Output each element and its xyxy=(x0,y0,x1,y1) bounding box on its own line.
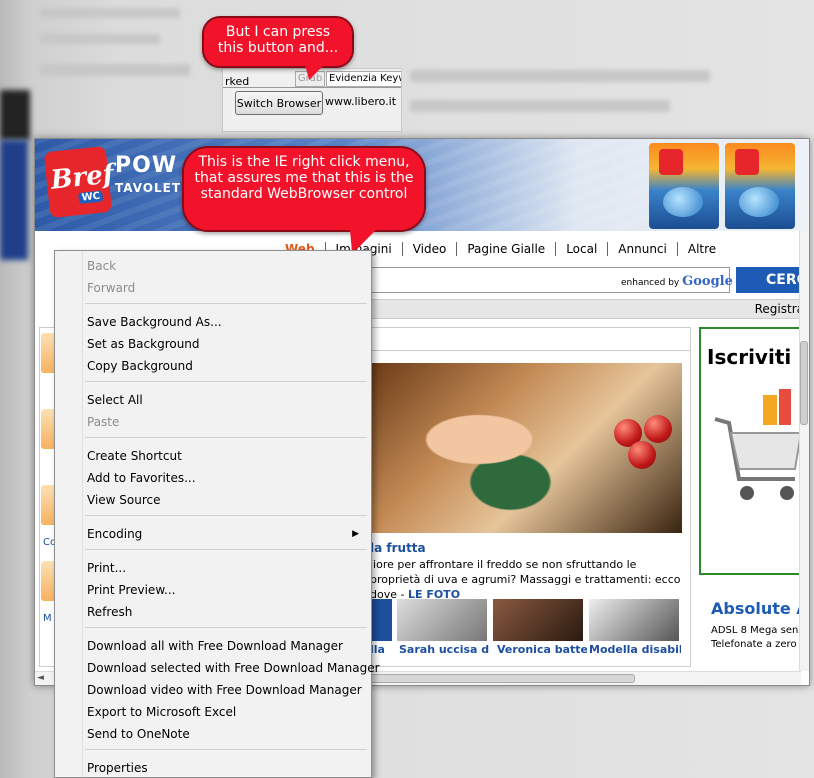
banner-title: POW xyxy=(115,153,178,178)
content-tab-strip xyxy=(370,333,690,351)
news-caption[interactable]: lla xyxy=(370,643,392,656)
news-caption[interactable]: Veronica batte xyxy=(497,643,587,656)
nav-tab-video[interactable]: Video xyxy=(403,242,458,256)
evidenzia-keyword-button[interactable]: Evidenzia Keyw xyxy=(326,71,401,87)
news-caption[interactable]: Modella disabile xyxy=(589,643,681,656)
featured-summary: liore per affrontare il freddo se non sf… xyxy=(370,557,682,602)
callout-context-menu: This is the IE right click menu, that as… xyxy=(182,146,426,254)
menu-item-send-to-onenote[interactable]: Send to OneNote xyxy=(87,723,367,745)
menu-item-add-to-favorites[interactable]: Add to Favorites... xyxy=(87,467,367,489)
menu-item-create-shortcut[interactable]: Create Shortcut xyxy=(87,445,367,467)
menu-item-select-all[interactable]: Select All xyxy=(87,389,367,411)
menu-item-back[interactable]: Back xyxy=(87,255,367,277)
switch-browser-button[interactable]: Switch Browser xyxy=(235,91,323,115)
horizontal-scroll-thumb[interactable] xyxy=(335,674,635,683)
blurred-strip xyxy=(40,34,160,44)
product-image xyxy=(649,143,719,229)
menu-separator xyxy=(85,303,367,304)
account-bar: Registra xyxy=(370,299,809,319)
search-input[interactable]: enhanced by Google xyxy=(370,267,733,293)
enhanced-by-label: enhanced by xyxy=(621,278,680,288)
nav-tab-local[interactable]: Local xyxy=(556,242,609,256)
side-advertisement[interactable]: Iscriviti xyxy=(699,327,805,575)
blurred-blue-block xyxy=(0,140,28,260)
menu-item-view-source[interactable]: View Source xyxy=(87,489,367,511)
callout-switch-button: But I can press this button and... xyxy=(202,16,354,80)
menu-separator xyxy=(85,515,367,516)
menu-item-refresh[interactable]: Refresh xyxy=(87,601,367,623)
ad-title: Iscriviti xyxy=(707,345,792,369)
vertical-scroll-thumb[interactable] xyxy=(800,341,808,425)
shopping-cart-icon xyxy=(714,389,803,500)
blurred-strip xyxy=(40,8,180,18)
logo-text: Bref xyxy=(49,159,116,196)
callout-text: This is the IE right click menu, that as… xyxy=(194,154,414,202)
menu-separator xyxy=(85,749,367,750)
news-thumbnail[interactable] xyxy=(397,599,487,641)
menu-separator xyxy=(85,437,367,438)
menu-item-export-excel[interactable]: Export to Microsoft Excel xyxy=(87,701,367,723)
banner-subtitle: TAVOLET xyxy=(115,181,182,195)
apple-shape xyxy=(644,415,672,443)
blurred-dark-block xyxy=(0,90,30,140)
blurred-strip xyxy=(40,64,190,76)
promo-line: ADSL 8 Mega senz xyxy=(711,625,804,636)
promo-line: Telefonate a zero xyxy=(711,639,797,650)
logo-badge: WC xyxy=(78,190,104,204)
menu-item-download-video-fdm[interactable]: Download video with Free Download Manage… xyxy=(87,679,367,701)
menu-item-set-as-background[interactable]: Set as Background xyxy=(87,333,367,355)
nav-tab-pagine-gialle[interactable]: Pagine Gialle xyxy=(457,242,557,256)
ie-context-menu: Back Forward Save Background As... Set a… xyxy=(54,250,380,778)
callout-text: But I can press this button and... xyxy=(217,24,339,56)
url-text: www.libero.it xyxy=(325,95,397,108)
menu-item-print-preview[interactable]: Print Preview... xyxy=(87,579,367,601)
register-link[interactable]: Registra xyxy=(755,302,804,316)
menu-item-properties[interactable]: Properties xyxy=(87,757,367,778)
menu-item-save-background[interactable]: Save Background As... xyxy=(87,311,367,333)
google-logo-text: Google xyxy=(682,274,733,289)
menu-icon-gutter xyxy=(55,251,83,777)
apple-shape xyxy=(628,441,656,469)
menu-item-print[interactable]: Print... xyxy=(87,557,367,579)
product-image xyxy=(725,143,795,229)
blurred-strip xyxy=(410,70,710,82)
submenu-arrow-icon: ▶ xyxy=(352,529,359,539)
apples-photo-detail xyxy=(610,379,682,479)
toolbar-divider xyxy=(223,87,401,88)
promo-title[interactable]: Absolute A xyxy=(711,599,809,618)
left-label[interactable]: M xyxy=(43,613,52,624)
blurred-strip xyxy=(410,100,670,112)
menu-item-copy-background[interactable]: Copy Background xyxy=(87,355,367,377)
news-caption[interactable]: Sarah uccisa da xyxy=(399,643,489,656)
search-row: enhanced by Google CERC xyxy=(370,267,809,293)
news-thumbnail[interactable] xyxy=(589,599,679,641)
menu-item-forward[interactable]: Forward xyxy=(87,277,367,299)
menu-separator xyxy=(85,549,367,550)
nav-tab-altre[interactable]: Altre xyxy=(678,242,726,256)
featured-headline[interactable]: la frutta xyxy=(370,541,426,555)
enhanced-by-google: enhanced by Google xyxy=(621,274,733,289)
brand-logo: Bref WC xyxy=(43,145,116,219)
menu-item-download-selected-fdm[interactable]: Download selected with Free Download Man… xyxy=(87,657,380,679)
news-thumbnail[interactable] xyxy=(370,599,392,641)
menu-item-download-all-fdm[interactable]: Download all with Free Download Manager xyxy=(87,635,367,657)
menu-separator xyxy=(85,627,367,628)
nav-tab-annunci[interactable]: Annunci xyxy=(608,242,678,256)
menu-item-paste[interactable]: Paste xyxy=(87,411,367,433)
menu-separator xyxy=(85,381,367,382)
menu-item-encoding[interactable]: Encoding ▶ xyxy=(87,523,367,545)
news-thumbnail[interactable] xyxy=(493,599,583,641)
menu-item-encoding-label: Encoding xyxy=(87,527,143,541)
vertical-scrollbar[interactable] xyxy=(799,231,809,671)
scroll-left-arrow-icon[interactable]: ◄ xyxy=(37,673,44,683)
